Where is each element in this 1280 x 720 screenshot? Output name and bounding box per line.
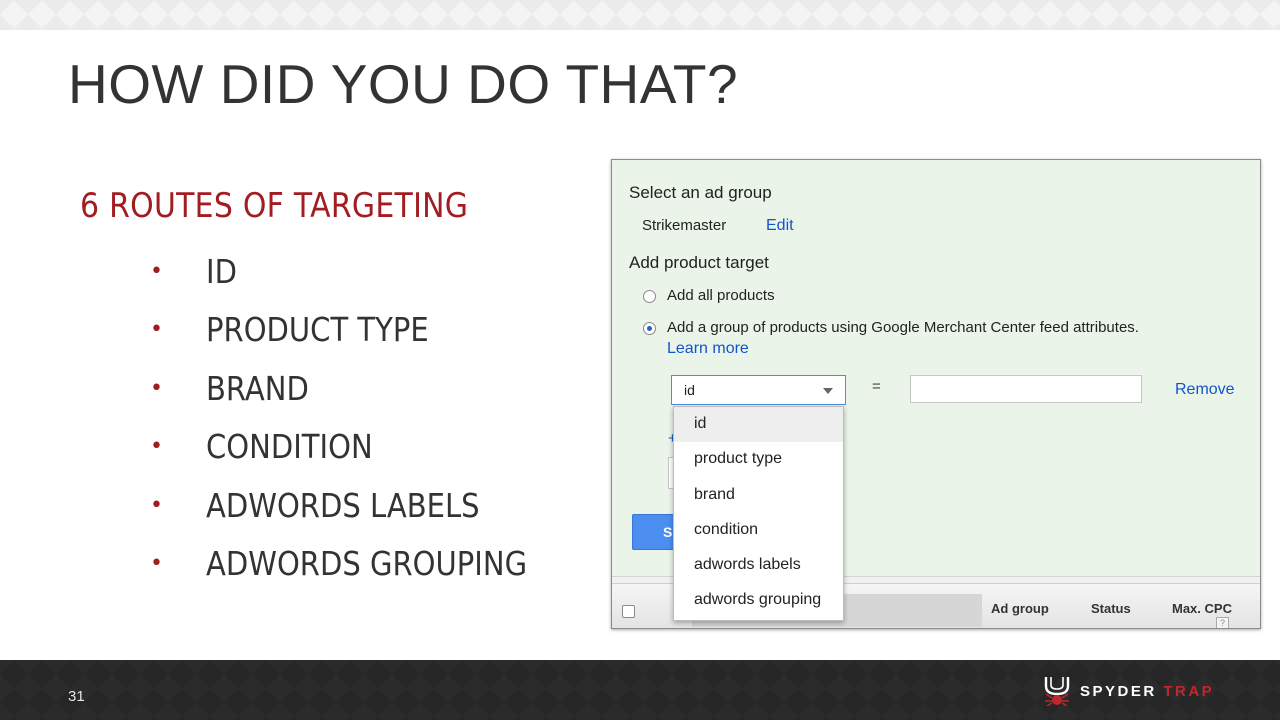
- bullet-text: ID: [206, 251, 237, 291]
- select-ad-group-label: Select an ad group: [629, 183, 772, 202]
- section-heading: 6 ROUTES OF TARGETING: [80, 186, 469, 226]
- column-header-max-cpc[interactable]: Max. CPC: [1172, 601, 1232, 616]
- column-header-status[interactable]: Status: [1091, 601, 1131, 616]
- bullet-item: • PRODUCT TYPE: [150, 301, 571, 360]
- bullet-dot-icon: •: [150, 551, 163, 577]
- page-number: 31: [68, 688, 85, 705]
- dropdown-option-adwords-labels[interactable]: adwords labels: [674, 548, 843, 583]
- top-decorative-strip: [0, 0, 1280, 30]
- dropdown-option-product-type[interactable]: product type: [674, 442, 843, 477]
- bullet-text: BRAND: [206, 368, 309, 408]
- radio-icon-all-products[interactable]: [643, 290, 656, 303]
- bullet-item: • ADWORDS GROUPING: [150, 535, 571, 594]
- dropdown-option-adwords-grouping[interactable]: adwords grouping: [674, 583, 843, 618]
- bullet-dot-icon: •: [150, 434, 163, 460]
- bullet-text: ADWORDS LABELS: [206, 485, 480, 525]
- equals-sign: =: [872, 378, 881, 395]
- radio-label-group-products: Add a group of products using Google Mer…: [667, 319, 1139, 336]
- bullet-item: • ID: [150, 242, 571, 301]
- brand-primary: SPYDER: [1080, 683, 1157, 700]
- select-all-checkbox-icon[interactable]: [622, 605, 635, 618]
- attribute-select[interactable]: id: [671, 375, 846, 405]
- bullet-dot-icon: •: [150, 258, 163, 284]
- chevron-down-icon: [823, 388, 833, 394]
- brand-wordmark: SPYDER TRAP: [1080, 683, 1214, 700]
- bullet-dot-icon: •: [150, 375, 163, 401]
- learn-more-link[interactable]: Learn more: [667, 340, 749, 358]
- adwords-screenshot-panel: Select an ad group Strikemaster Edit Add…: [611, 159, 1261, 629]
- brand-accent: TRAP: [1163, 683, 1215, 700]
- spider-logo-icon: [1044, 677, 1070, 706]
- remove-link[interactable]: Remove: [1175, 381, 1235, 399]
- bullet-text: ADWORDS GROUPING: [206, 544, 528, 584]
- slide-title: HOW DID YOU DO THAT?: [68, 53, 739, 115]
- bullet-dot-icon: •: [150, 317, 163, 343]
- footer-bar: 31 SPYDER TRAP: [0, 660, 1280, 720]
- radio-icon-group-products[interactable]: [643, 322, 656, 335]
- attribute-dropdown-menu: id product type brand condition adwords …: [673, 406, 844, 621]
- targeting-routes-list: • ID • PRODUCT TYPE • BRAND • CONDITION • ADW…: [150, 242, 571, 593]
- edit-link[interactable]: Edit: [766, 217, 794, 235]
- ad-group-name: Strikemaster: [642, 217, 727, 234]
- bullet-item: • ADWORDS LABELS: [150, 476, 571, 535]
- bullet-text: CONDITION: [206, 427, 373, 467]
- bullet-dot-icon: •: [150, 492, 163, 518]
- add-product-target-label: Add product target: [629, 253, 769, 272]
- dropdown-option-condition[interactable]: condition: [674, 513, 843, 548]
- column-header-ad-group[interactable]: Ad group: [991, 601, 1049, 616]
- bullet-item: • BRAND: [150, 359, 571, 418]
- bullet-text: PRODUCT TYPE: [206, 310, 429, 350]
- dropdown-option-brand[interactable]: brand: [674, 478, 843, 513]
- help-icon[interactable]: ?: [1216, 617, 1229, 628]
- attribute-value-input[interactable]: [910, 375, 1142, 403]
- radio-label-all-products: Add all products: [667, 287, 775, 304]
- attribute-select-value: id: [684, 382, 695, 398]
- bullet-item: • CONDITION: [150, 418, 571, 477]
- dropdown-option-id[interactable]: id: [674, 407, 843, 443]
